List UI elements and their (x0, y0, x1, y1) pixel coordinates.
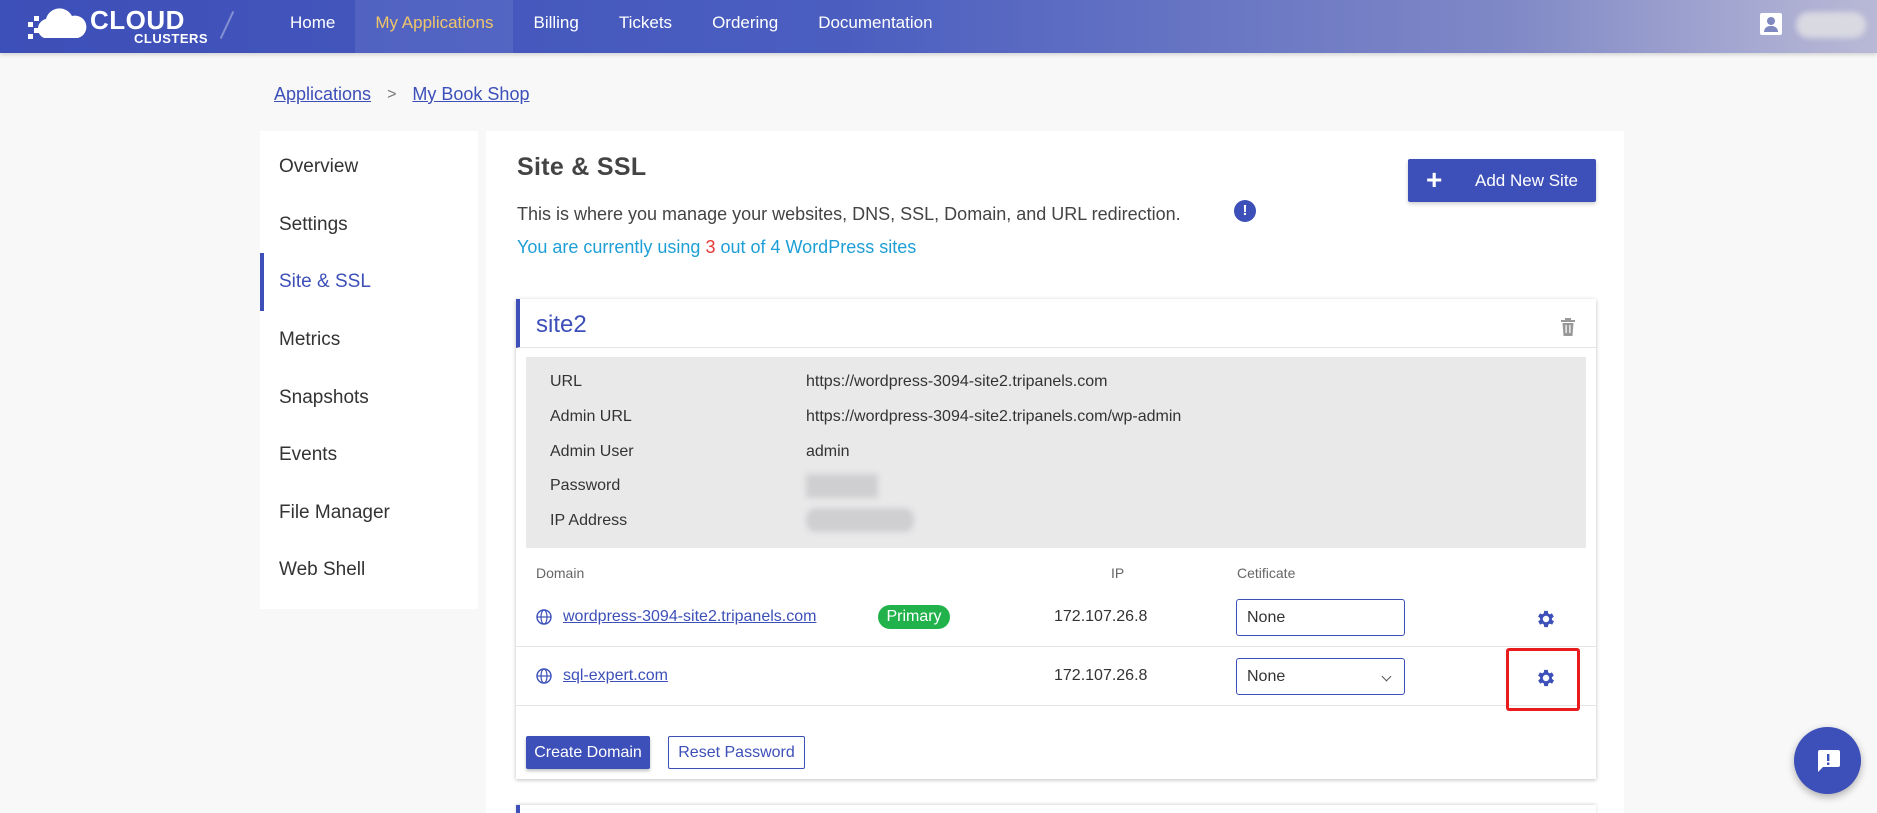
nav-documentation[interactable]: Documentation (798, 0, 952, 53)
cloudclusters-logo[interactable]: CLOUD CLUSTERS (26, 4, 208, 46)
detail-label-ip-address: IP Address (550, 512, 628, 529)
detail-label-url: URL (550, 373, 583, 390)
domain-link[interactable]: wordpress-3094-site2.tripanels.com (563, 608, 816, 626)
user-name-redacted[interactable] (1796, 12, 1866, 38)
nav-home[interactable]: Home (270, 0, 355, 53)
column-domain: Domain (536, 565, 585, 581)
sidebar-item-snapshots[interactable]: Snapshots (260, 369, 478, 427)
usage-count: 3 (705, 237, 716, 257)
user-account-icon[interactable] (1760, 13, 1782, 35)
ip-address-redacted (806, 508, 914, 532)
reset-password-button[interactable]: Reset Password (668, 736, 805, 769)
site-details: URL https://wordpress-3094-site2.tripane… (526, 357, 1586, 548)
certificate-value: None (1247, 668, 1286, 685)
globe-icon (536, 609, 552, 625)
plus-icon: + (1426, 164, 1443, 195)
nav-divider (219, 10, 235, 40)
certificate-select[interactable]: None (1236, 658, 1405, 695)
domain-link[interactable]: sql-expert.com (563, 667, 668, 685)
cloud-logo-icon (28, 8, 87, 39)
nav-my-applications[interactable]: My Applications (355, 0, 514, 53)
table-row: wordpress-3094-site2.tripanels.com Prima… (516, 589, 1596, 647)
table-row: sql-expert.com 172.107.26.8 None (516, 648, 1596, 711)
sidebar-item-settings[interactable]: Settings (260, 196, 478, 254)
certificate-field[interactable]: None (1236, 599, 1405, 636)
detail-label-admin-user: Admin User (550, 443, 634, 460)
detail-value-admin-url: https://wordpress-3094-site2.tripanels.c… (806, 408, 1182, 425)
site-ssl-panel: Site & SSL This is where you manage your… (486, 131, 1624, 813)
column-certificate: Cetificate (1237, 565, 1296, 581)
sidebar-item-web-shell[interactable]: Web Shell (260, 541, 478, 599)
gear-icon[interactable] (1535, 667, 1557, 689)
main-nav: Home My Applications Billing Tickets Ord… (270, 0, 953, 53)
feedback-chat-button[interactable] (1794, 727, 1861, 794)
trash-icon[interactable] (1560, 318, 1576, 336)
site-card-header: site2 (516, 299, 1596, 348)
breadcrumb-separator: > (387, 85, 397, 103)
password-redacted (806, 474, 878, 498)
site-name: site2 (536, 311, 587, 338)
app-sidebar: Overview Settings Site & SSL Metrics Sna… (260, 131, 478, 609)
primary-badge: Primary (878, 605, 950, 629)
chat-alert-icon (1818, 750, 1840, 772)
sidebar-item-file-manager[interactable]: File Manager (260, 484, 478, 542)
sidebar-item-metrics[interactable]: Metrics (260, 311, 478, 369)
page-title: Site & SSL (517, 153, 647, 181)
add-new-site-button[interactable]: + Add New Site (1408, 159, 1596, 202)
detail-value-admin-user: admin (806, 443, 850, 460)
usage-suffix: out of 4 WordPress sites (715, 237, 917, 257)
sidebar-item-events[interactable]: Events (260, 426, 478, 484)
detail-value-url: https://wordpress-3094-site2.tripanels.c… (806, 373, 1108, 390)
next-site-card (516, 805, 1596, 813)
breadcrumb-my-book-shop[interactable]: My Book Shop (412, 84, 529, 105)
create-domain-button[interactable]: Create Domain (526, 736, 650, 769)
nav-billing[interactable]: Billing (513, 0, 598, 53)
domain-ip: 172.107.26.8 (1054, 667, 1148, 684)
add-new-site-label: Add New Site (1475, 171, 1578, 190)
sidebar-item-overview[interactable]: Overview (260, 138, 478, 196)
site-card: site2 URL https://wordpress-3094-site2.t… (516, 299, 1596, 779)
logo-line2: CLUSTERS (134, 31, 209, 46)
usage-prefix: You are currently using (517, 237, 706, 257)
page-description: This is where you manage your websites, … (517, 204, 1181, 224)
breadcrumb-applications[interactable]: Applications (274, 84, 371, 105)
globe-icon (536, 668, 552, 684)
detail-label-password: Password (550, 477, 621, 494)
domain-ip: 172.107.26.8 (1054, 608, 1148, 625)
usage-text: You are currently using 3 out of 4 WordP… (517, 237, 916, 258)
chevron-down-icon (1381, 671, 1392, 682)
gear-icon[interactable] (1535, 608, 1557, 630)
nav-tickets[interactable]: Tickets (599, 0, 692, 53)
sidebar-item-site-ssl[interactable]: Site & SSL (260, 253, 478, 311)
column-ip: IP (1111, 565, 1125, 581)
nav-ordering[interactable]: Ordering (692, 0, 798, 53)
breadcrumb: Applications > My Book Shop (274, 84, 529, 105)
top-navbar: CLOUD CLUSTERS Home My Applications Bill… (0, 0, 1877, 53)
info-icon[interactable]: ! (1234, 200, 1256, 222)
logo-line1: CLOUD (90, 5, 185, 35)
detail-label-admin-url: Admin URL (550, 408, 632, 425)
